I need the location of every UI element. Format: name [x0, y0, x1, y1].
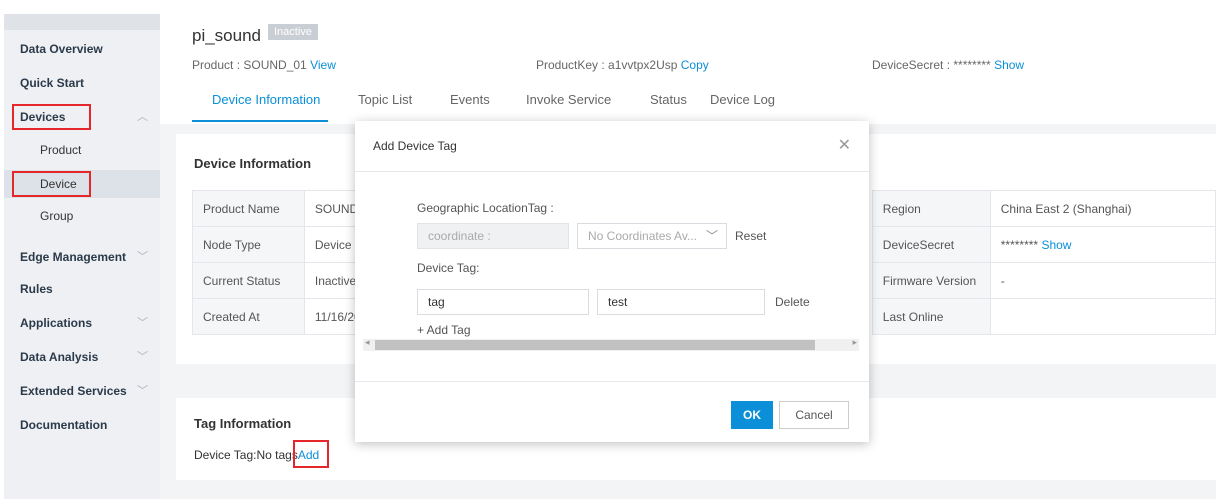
tag-key-input[interactable] — [417, 289, 589, 315]
sidebar-item-edge-management[interactable]: Edge Management ﹀ — [4, 242, 160, 272]
reset-link[interactable]: Reset — [735, 229, 766, 243]
ok-button[interactable]: OK — [731, 401, 773, 429]
table-cell: Last Online — [871, 298, 991, 335]
table-cell: Current Status — [192, 262, 305, 299]
tab-device-information[interactable]: Device Information — [212, 92, 320, 107]
sidebar-item-label: Data Analysis — [20, 350, 99, 364]
sidebar-item-label: Edge Management — [20, 250, 127, 264]
sidebar-item-rules[interactable]: Rules — [4, 274, 160, 304]
table-cell: China East 2 (Shanghai) — [989, 190, 1216, 227]
sidebar-item-label: Documentation — [20, 418, 108, 432]
productkey-meta: ProductKey : a1vvtpx2Usp Copy — [536, 58, 709, 72]
secret-show-link[interactable]: Show — [1041, 238, 1071, 252]
tab-device-log[interactable]: Device Log — [710, 92, 775, 107]
tab-topic-list[interactable]: Topic List — [358, 92, 412, 107]
product-meta: Product : SOUND_01 View — [192, 58, 336, 72]
delete-tag-link[interactable]: Delete — [775, 295, 810, 309]
horizontal-scrollbar[interactable]: ◂ ▸ — [363, 337, 859, 351]
sidebar-item-label: Product — [40, 143, 82, 157]
sidebar-item-label: Applications — [20, 316, 93, 330]
tab-events[interactable]: Events — [450, 92, 490, 107]
table-cell: - — [989, 262, 1216, 299]
product-view-link[interactable]: View — [310, 58, 336, 72]
sidebar-item-label: Group — [40, 209, 74, 223]
sidebar-item-data-analysis[interactable]: Data Analysis ﹀ — [4, 342, 160, 372]
chevron-up-icon: ︿ — [137, 111, 148, 123]
sidebar-item-data-overview[interactable]: Data Overview — [4, 34, 160, 64]
tab-invoke-service[interactable]: Invoke Service — [526, 92, 611, 107]
table-cell: DeviceSecret — [871, 226, 991, 263]
chevron-down-icon: ﹀ — [137, 251, 148, 263]
table-cell: Firmware Version — [871, 262, 991, 299]
sidebar-item-documentation[interactable]: Documentation — [4, 410, 160, 440]
tag-info-title: Tag Information — [194, 416, 292, 431]
chevron-down-icon: ﹀ — [137, 385, 148, 397]
status-badge: Inactive — [268, 24, 318, 40]
scroll-right-icon[interactable]: ▸ — [852, 337, 857, 348]
device-tag-label: Device Tag: — [417, 261, 480, 275]
table-cell: Node Type — [192, 226, 305, 263]
page-title: pi_sound — [192, 26, 262, 45]
device-header: pi_sound Inactive Product : SOUND_01 Vie… — [160, 14, 1216, 124]
add-tag-row-link[interactable]: + Add Tag — [417, 323, 471, 337]
cancel-button[interactable]: Cancel — [779, 401, 849, 429]
tag-value-input[interactable] — [597, 289, 765, 315]
sidebar: Data Overview Quick Start Devices ︿ Produ… — [4, 14, 160, 499]
highlight-box-add — [293, 440, 329, 468]
devicesecret-show-link[interactable]: Show — [994, 58, 1024, 72]
coordinate-input: coordinate : — [417, 223, 569, 249]
table-cell: Created At — [192, 298, 305, 335]
scrollbar-thumb[interactable] — [375, 340, 815, 350]
productkey-copy-link[interactable]: Copy — [681, 58, 709, 72]
chevron-down-icon: ﹀ — [705, 229, 718, 243]
coordinate-select[interactable]: No Coordinates Av... ﹀ — [577, 223, 727, 249]
add-device-tag-dialog: Add Device Tag ✕ Geographic LocationTag … — [355, 121, 869, 442]
devicesecret-meta: DeviceSecret : ******** Show — [872, 58, 1024, 72]
devicesecret-label: DeviceSecret : ******** — [872, 58, 991, 72]
device-info-title: Device Information — [194, 156, 312, 171]
highlight-box-device — [12, 171, 91, 197]
highlight-box-devices — [12, 104, 91, 130]
close-icon[interactable]: ✕ — [838, 135, 851, 155]
chevron-down-icon: ﹀ — [137, 317, 148, 329]
sidebar-item-applications[interactable]: Applications ﹀ — [4, 308, 160, 338]
geo-location-label: Geographic LocationTag : — [417, 201, 554, 215]
sidebar-item-group[interactable]: Group — [4, 202, 160, 230]
productkey-label: ProductKey : a1vvtpx2Usp — [536, 58, 678, 72]
tag-info-label: Device Tag:No tags — [194, 448, 298, 462]
sidebar-item-extended-services[interactable]: Extended Services ﹀ — [4, 376, 160, 406]
scroll-left-icon[interactable]: ◂ — [365, 337, 370, 348]
tab-status[interactable]: Status — [650, 92, 687, 107]
sidebar-item-product[interactable]: Product — [4, 136, 160, 164]
table-cell: Product Name — [192, 190, 305, 227]
secret-value: ******** — [1000, 237, 1039, 252]
table-cell: Region — [871, 190, 991, 227]
chevron-down-icon: ﹀ — [137, 351, 148, 363]
sidebar-item-label: Data Overview — [20, 42, 103, 56]
divider — [355, 171, 869, 172]
table-cell — [989, 298, 1216, 335]
active-tab-indicator — [192, 120, 328, 122]
table-cell: ******** Show — [989, 226, 1216, 263]
sidebar-item-label: Quick Start — [20, 76, 85, 90]
dialog-title: Add Device Tag — [373, 139, 457, 153]
page: Data Overview Quick Start Devices ︿ Produ… — [0, 0, 1216, 499]
sidebar-item-label: Extended Services — [20, 384, 127, 398]
divider — [355, 381, 869, 382]
sidebar-item-quick-start[interactable]: Quick Start — [4, 68, 160, 98]
sidebar-item-label: Rules — [20, 282, 53, 296]
product-label: Product : SOUND_01 — [192, 58, 307, 72]
coordinate-select-value: No Coordinates Av... — [588, 229, 697, 243]
